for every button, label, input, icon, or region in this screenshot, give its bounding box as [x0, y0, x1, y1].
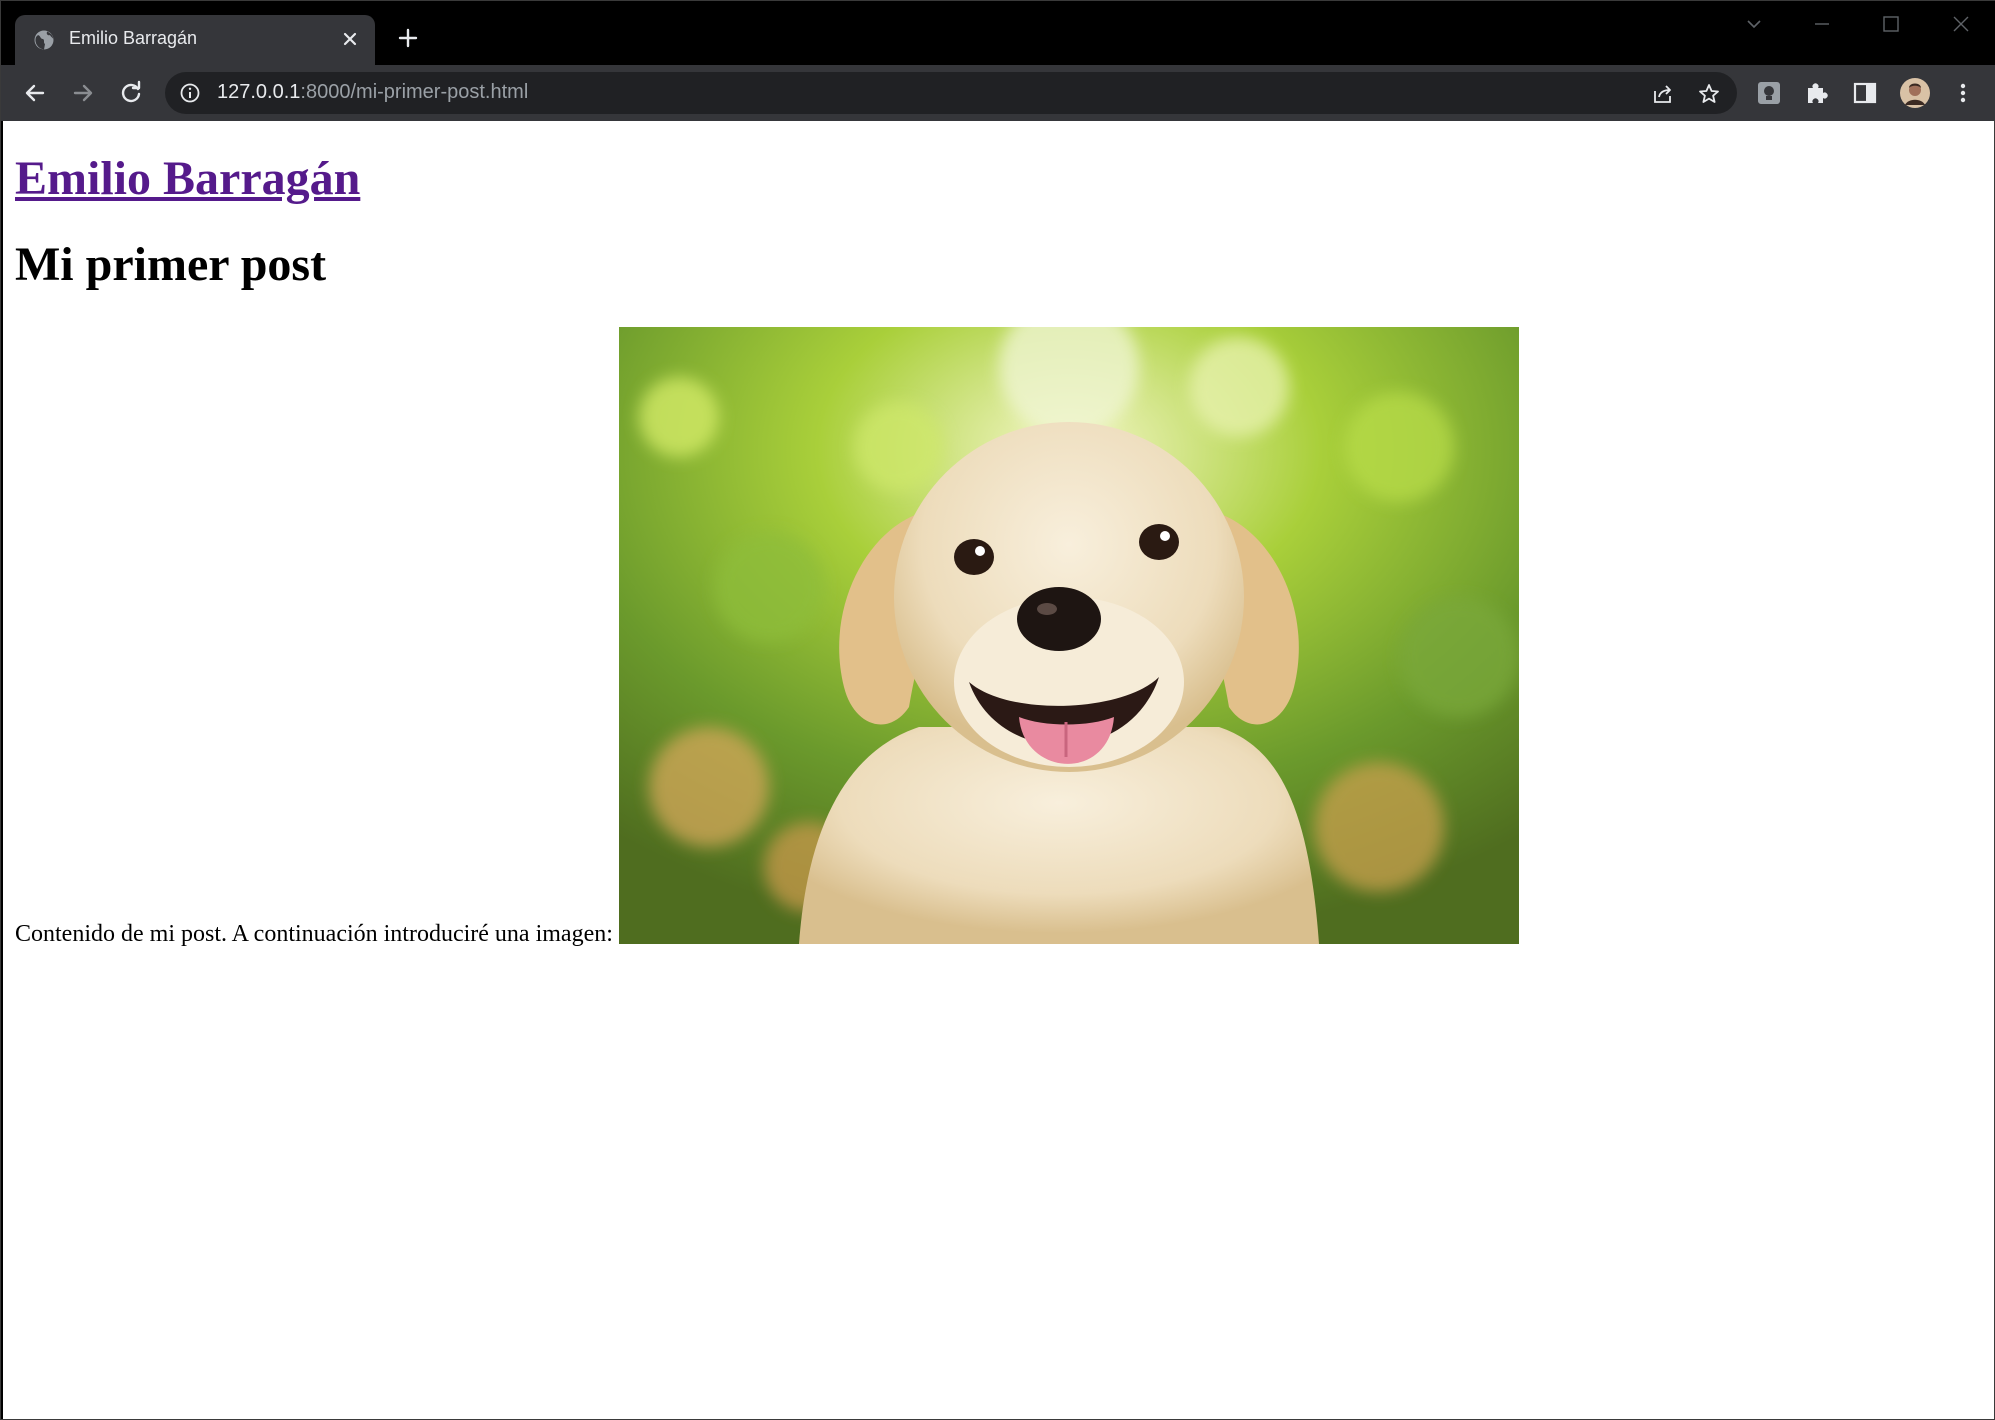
forward-icon[interactable] [69, 79, 97, 107]
url-text[interactable]: 127.0.0.1:8000/mi-primer-post.html [217, 81, 528, 104]
site-title-link[interactable]: Emilio Barragán [15, 151, 360, 206]
maximize-icon[interactable] [1871, 9, 1911, 39]
minimize-icon[interactable] [1802, 9, 1842, 39]
globe-icon [33, 29, 55, 51]
puzzle-icon[interactable] [1803, 79, 1831, 107]
puppy-image [619, 327, 1519, 944]
info-icon[interactable] [179, 82, 201, 104]
plus-icon[interactable] [393, 23, 423, 53]
reload-icon[interactable] [117, 79, 145, 107]
post-paragraph: Contenido de mi post. A continuación int… [15, 921, 613, 947]
tab-strip: Emilio Barragán [1, 1, 1995, 65]
extension-icon[interactable] [1755, 79, 1783, 107]
browser-window: Emilio Barragán 127.0.0.1:8000/mi-primer… [0, 0, 1995, 1420]
address-bar[interactable]: 127.0.0.1:8000/mi-primer-post.html [165, 72, 1737, 114]
bookmark-star-icon[interactable] [1697, 82, 1721, 106]
toolbar: 127.0.0.1:8000/mi-primer-post.html [1, 65, 1995, 121]
menu-icon[interactable] [1949, 79, 1977, 107]
close-window-icon[interactable] [1941, 9, 1981, 39]
post-title: Mi primer post [15, 238, 327, 291]
url-path: :8000/mi-primer-post.html [300, 81, 529, 103]
tab-active[interactable]: Emilio Barragán [15, 15, 375, 65]
avatar[interactable] [1899, 77, 1931, 109]
share-icon[interactable] [1651, 82, 1675, 106]
back-icon[interactable] [21, 79, 49, 107]
tab-search-icon[interactable] [1734, 9, 1774, 39]
close-icon[interactable] [337, 26, 363, 52]
page-content: Emilio Barragán Mi primer post Contenido… [3, 121, 1994, 1419]
tab-title: Emilio Barragán [69, 28, 198, 48]
side-panel-icon[interactable] [1851, 79, 1879, 107]
url-host: 127.0.0.1 [217, 81, 301, 103]
